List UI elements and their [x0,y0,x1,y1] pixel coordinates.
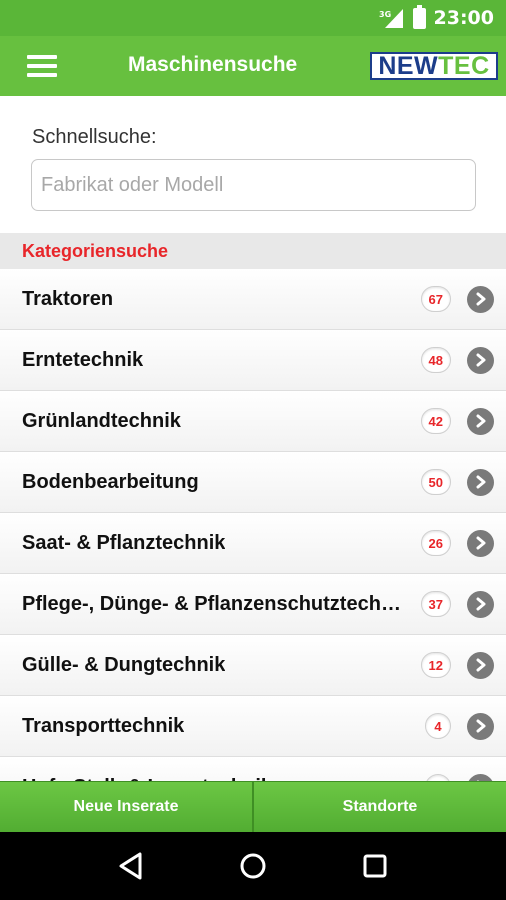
count-badge [425,774,451,781]
category-item[interactable]: Erntetechnik 48 [0,330,506,391]
chevron-right-icon [467,346,494,374]
category-item[interactable]: Traktoren 67 [0,269,506,330]
tab-new-listings[interactable]: Neue Inserate [0,781,252,832]
count-badge: 26 [420,530,451,556]
category-item[interactable]: Gülle- & Dungtechnik 12 [0,635,506,696]
count-badge: 42 [420,408,451,434]
count-badge: 4 [425,713,451,739]
chevron-right-icon [467,651,494,679]
count-badge: 67 [420,286,451,312]
chevron-right-icon [467,285,494,313]
category-label: Transporttechnik [22,714,185,737]
battery-icon [412,4,426,29]
search-input[interactable] [31,159,476,211]
category-item[interactable]: Hof-, Stall- & Lagertechnik [0,757,506,781]
app-bar: Maschinensuche NEW TEC [0,36,506,96]
chevron-right-icon [467,468,494,496]
quick-search-section: Schnellsuche: [0,96,506,233]
quick-search-label: Schnellsuche: [32,126,157,148]
chevron-right-icon [467,773,494,781]
hamburger-icon [27,55,57,59]
bottom-tab-bar: Neue Inserate Standorte [0,781,506,832]
category-label: Bodenbearbeitung [22,470,199,493]
category-item[interactable]: Saat- & Pflanztechnik 26 [0,513,506,574]
chevron-right-icon [467,712,494,740]
category-item[interactable]: Bodenbearbeitung 50 [0,452,506,513]
chevron-right-icon [467,529,494,557]
chevron-right-icon [467,590,494,618]
page-title: Maschinensuche [128,53,298,76]
chevron-right-icon [467,407,494,435]
system-nav-bar [0,832,506,900]
clock: 23:00 [433,7,494,29]
category-label: Erntetechnik [22,348,144,371]
menu-button[interactable] [0,36,84,96]
home-circle-icon[interactable] [233,846,273,886]
count-badge: 37 [420,591,451,617]
category-item[interactable]: Pflege-, Dünge- & Pflanzenschutztechnik 3… [0,574,506,635]
count-badge: 12 [420,652,451,678]
category-label: Pflege-, Dünge- & Pflanzenschutztechnik [22,592,402,615]
recents-square-icon[interactable] [355,846,395,886]
count-badge: 50 [420,469,451,495]
category-label: Grünlandtechnik [22,409,181,432]
category-label: Saat- & Pflanztechnik [22,531,226,554]
category-list: Traktoren 67 Erntetechnik 48 Grünlandtechnik… [0,269,506,781]
svg-text:3G: 3G [379,10,391,19]
category-label: Gülle- & Dungtechnik [22,653,226,676]
status-bar: 3G 23:00 [0,0,506,36]
back-triangle-icon[interactable] [111,846,151,886]
category-item[interactable]: Grünlandtechnik 42 [0,391,506,452]
signal-3g-icon: 3G [379,8,405,28]
category-label: Traktoren [22,287,114,310]
tab-locations[interactable]: Standorte [252,781,506,832]
count-badge: 48 [420,347,451,373]
category-item[interactable]: Transporttechnik 4 [0,696,506,757]
category-search-header: Kategoriensuche [0,233,506,269]
newtec-logo: NEW TEC [370,52,498,80]
